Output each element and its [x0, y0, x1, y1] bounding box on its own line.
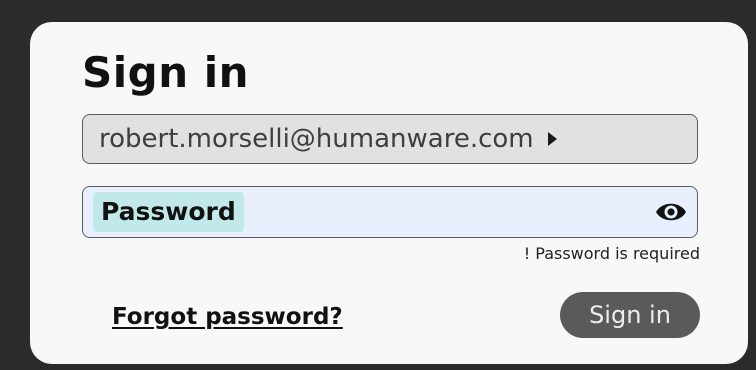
page-title: Sign in	[82, 48, 250, 97]
password-label: Password	[93, 192, 244, 232]
forgot-password-link[interactable]: Forgot password?	[112, 304, 343, 330]
caret-right-icon	[547, 132, 557, 146]
email-value: robert.morselli@humanware.com	[99, 124, 534, 154]
eye-icon[interactable]	[655, 198, 687, 226]
password-error-message: ! Password is required	[523, 244, 700, 263]
account-email-selector[interactable]: robert.morselli@humanware.com	[82, 114, 698, 164]
sign-in-button[interactable]: Sign in	[560, 292, 700, 338]
sign-in-card: Sign in robert.morselli@humanware.com Pa…	[30, 22, 748, 364]
password-field[interactable]: Password	[82, 186, 698, 238]
